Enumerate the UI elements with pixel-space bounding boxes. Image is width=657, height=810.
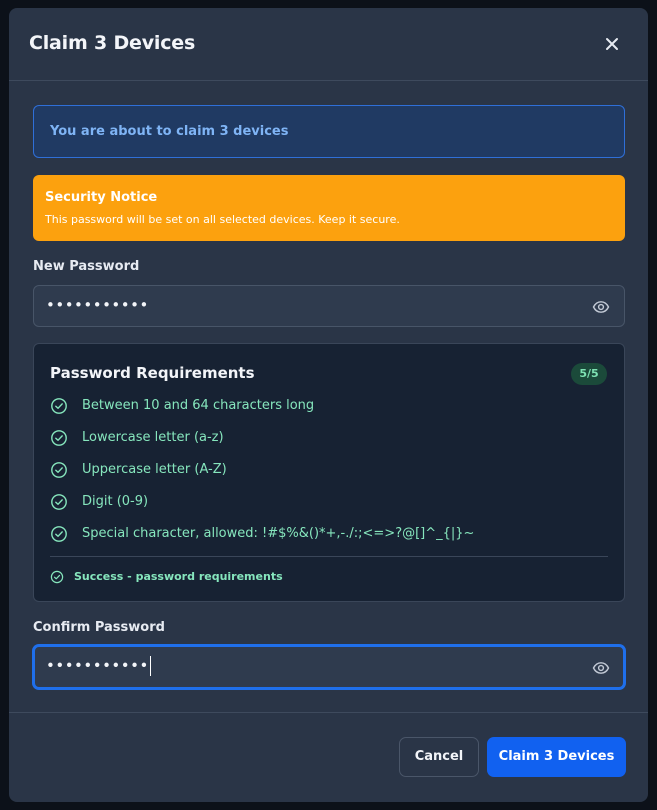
requirement-item: Digit (0-9) (50, 492, 610, 524)
requirements-divider (50, 556, 608, 557)
requirements-list: Between 10 and 64 characters long Lowerc… (50, 396, 610, 556)
requirements-status-text: Success - password requirements (74, 570, 283, 583)
requirement-label: Between 10 and 64 characters long (82, 398, 315, 413)
check-circle-icon (51, 494, 67, 510)
new-password-label: New Password (33, 259, 140, 274)
security-notice-text: This password will be set on all selecte… (45, 213, 400, 226)
new-password-visibility-toggle[interactable] (592, 298, 610, 316)
security-notice: Security Notice This password will be se… (33, 175, 625, 241)
close-button[interactable] (601, 33, 623, 55)
text-caret (149, 656, 151, 676)
requirement-label: Lowercase letter (a-z) (82, 430, 224, 445)
eye-icon (592, 662, 610, 674)
check-circle-icon (51, 398, 67, 414)
check-circle-icon (51, 526, 67, 542)
requirement-item: Lowercase letter (a-z) (50, 428, 610, 460)
claim-devices-dialog: Claim 3 Devices You are about to claim 3… (9, 8, 648, 802)
requirements-title: Password Requirements (50, 364, 255, 382)
requirements-count-badge: 5/5 (571, 363, 607, 385)
new-password-field[interactable]: ••••••••••• (33, 285, 625, 327)
dialog-header: Claim 3 Devices (9, 8, 648, 81)
check-circle-icon (51, 430, 67, 446)
dialog-title: Claim 3 Devices (29, 32, 196, 54)
confirm-password-field[interactable]: ••••••••••• (33, 645, 625, 689)
confirm-password-text: ••••••••••• (46, 656, 149, 675)
requirement-item: Between 10 and 64 characters long (50, 396, 610, 428)
claim-devices-button[interactable]: Claim 3 Devices (487, 737, 626, 777)
confirm-password-label: Confirm Password (33, 620, 165, 635)
confirm-password-value: ••••••••••• (46, 656, 151, 676)
check-circle-icon (51, 462, 67, 478)
dialog-footer: Cancel Claim 3 Devices (9, 712, 648, 802)
requirement-label: Uppercase letter (A-Z) (82, 462, 227, 477)
confirm-password-visibility-toggle[interactable] (592, 659, 610, 677)
requirement-item: Uppercase letter (A-Z) (50, 460, 610, 492)
security-notice-title: Security Notice (45, 190, 158, 205)
requirement-label: Digit (0-9) (82, 494, 149, 509)
cancel-button[interactable]: Cancel (399, 737, 479, 777)
new-password-value: ••••••••••• (46, 296, 149, 314)
info-banner: You are about to claim 3 devices (33, 105, 625, 158)
password-requirements-panel: Password Requirements 5/5 Between 10 and… (33, 343, 625, 602)
close-icon (606, 38, 618, 50)
requirement-item: Special character, allowed: !#$%&()*+,-.… (50, 524, 610, 556)
check-circle-icon (50, 570, 64, 584)
eye-icon (592, 301, 610, 313)
requirement-label: Special character, allowed: !#$%&()*+,-.… (82, 526, 475, 541)
info-banner-text: You are about to claim 3 devices (50, 124, 289, 139)
